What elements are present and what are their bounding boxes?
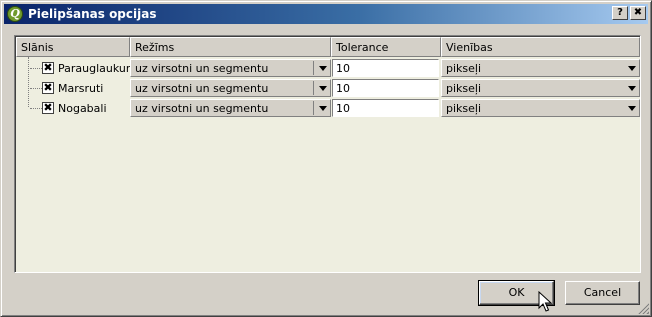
tolerance-field[interactable]: 10	[332, 79, 439, 97]
window-title: Pielipšanas opcijas	[28, 7, 157, 21]
units-value: pikseļi	[446, 62, 482, 75]
tree-branch	[30, 108, 42, 109]
close-button[interactable]: ✖	[630, 6, 646, 20]
qgis-app-icon: Q	[7, 6, 23, 22]
units-dropdown[interactable]: pikseļi	[441, 59, 640, 77]
cancel-button[interactable]: Cancel	[565, 281, 640, 305]
mouse-cursor-icon	[538, 291, 552, 312]
layer-name: Nogabali	[58, 102, 107, 115]
column-header-units[interactable]: Vienības	[441, 37, 640, 57]
mode-dropdown[interactable]: uz virsotni un segmentu	[130, 59, 331, 77]
dropdown-separator	[313, 81, 314, 95]
table-row: ✖ Parauglaukumi uz virsotni un segmentu …	[16, 58, 640, 78]
table-header: Slānis Režīms Tolerance Vienības	[16, 37, 640, 57]
dropdown-separator	[313, 61, 314, 75]
resize-grip-icon[interactable]	[637, 302, 649, 314]
help-button[interactable]: ?	[612, 6, 628, 20]
mode-dropdown[interactable]: uz virsotni un segmentu	[130, 99, 331, 117]
tolerance-field[interactable]: 10	[332, 59, 439, 77]
chevron-down-icon[interactable]	[319, 106, 327, 111]
chevron-down-icon[interactable]	[628, 106, 636, 111]
chevron-down-icon[interactable]	[319, 86, 327, 91]
chevron-down-icon[interactable]	[628, 66, 636, 71]
units-value: pikseļi	[446, 102, 482, 115]
table-row: ✖ Marsruti uz virsotni un segmentu 10 pi…	[16, 78, 640, 98]
snapping-options-dialog: Q Pielipšanas opcijas ? ✖ Slānis Režīms …	[0, 0, 652, 317]
column-header-tolerance[interactable]: Tolerance	[331, 37, 441, 57]
tree-branch	[30, 68, 42, 69]
layer-name: Parauglaukumi	[58, 62, 140, 75]
table-row: ✖ Nogabali uz virsotni un segmentu 10 pi…	[16, 98, 640, 118]
column-header-mode[interactable]: Režīms	[130, 37, 331, 57]
units-dropdown[interactable]: pikseļi	[441, 79, 640, 97]
dropdown-separator	[313, 101, 314, 115]
units-dropdown[interactable]: pikseļi	[441, 99, 640, 117]
layer-name: Marsruti	[58, 82, 104, 95]
mode-value: uz virsotni un segmentu	[135, 82, 269, 95]
layer-checkbox[interactable]: ✖	[42, 102, 54, 114]
layer-checkbox[interactable]: ✖	[42, 62, 54, 74]
mode-value: uz virsotni un segmentu	[135, 62, 269, 75]
mode-value: uz virsotni un segmentu	[135, 102, 269, 115]
column-header-layer[interactable]: Slānis	[16, 37, 130, 57]
layers-table: Slānis Režīms Tolerance Vienības ✖ Parau…	[14, 35, 641, 273]
chevron-down-icon[interactable]	[319, 66, 327, 71]
tree-branch	[30, 88, 42, 89]
mode-dropdown[interactable]: uz virsotni un segmentu	[130, 79, 331, 97]
title-bar[interactable]: Q Pielipšanas opcijas ? ✖	[4, 4, 648, 24]
units-value: pikseļi	[446, 82, 482, 95]
tolerance-field[interactable]: 10	[332, 99, 439, 117]
chevron-down-icon[interactable]	[628, 86, 636, 91]
layer-checkbox[interactable]: ✖	[42, 82, 54, 94]
